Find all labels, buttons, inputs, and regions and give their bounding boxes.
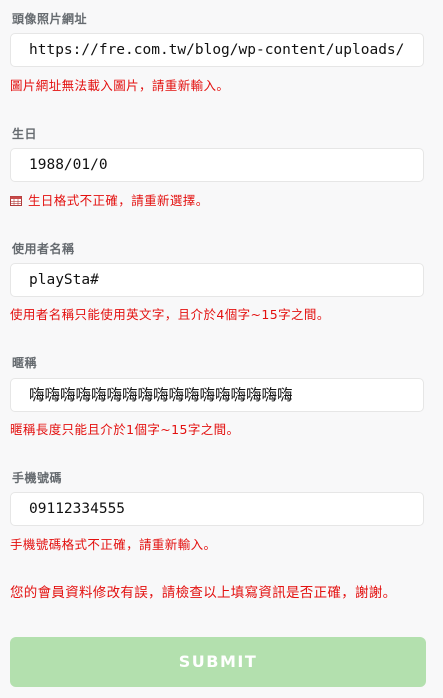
birthday-input[interactable]: 1988/01/0 (10, 148, 424, 182)
phone-label: 手機號碼 (12, 471, 63, 485)
phone-error: 手機號碼格式不正確，請重新輸入。 (10, 537, 217, 552)
calendar-icon (10, 196, 22, 206)
birthday-label: 生日 (12, 127, 38, 141)
username-label: 使用者名稱 (12, 242, 75, 256)
username-error: 使用者名稱只能使用英文字，且介於4個字~15字之間。 (10, 307, 330, 322)
form-summary-error: 您的會員資料修改有誤，請檢查以上填寫資訊是否正確，謝謝。 (10, 585, 397, 601)
avatar-url-input[interactable]: https://fre.com.tw/blog/wp-content/uploa… (10, 33, 424, 67)
submit-button[interactable]: SUBMIT (10, 637, 426, 687)
nickname-input[interactable]: 嗨嗨嗨嗨嗨嗨嗨嗨嗨嗨嗨嗨嗨嗨嗨嗨嗨 (10, 378, 424, 412)
avatar-url-label: 頭像照片網址 (12, 12, 88, 26)
avatar-url-error: 圖片網址無法載入圖片，請重新輸入。 (10, 78, 230, 93)
nickname-error: 暱稱長度只能且介於1個字~15字之間。 (10, 422, 240, 437)
username-input[interactable]: playSta# (10, 263, 424, 297)
birthday-error: 生日格式不正確，請重新選擇。 (10, 190, 209, 209)
phone-input[interactable]: 09112334555 (10, 492, 424, 526)
nickname-label: 暱稱 (12, 356, 38, 370)
birthday-error-text: 生日格式不正確，請重新選擇。 (28, 193, 209, 208)
